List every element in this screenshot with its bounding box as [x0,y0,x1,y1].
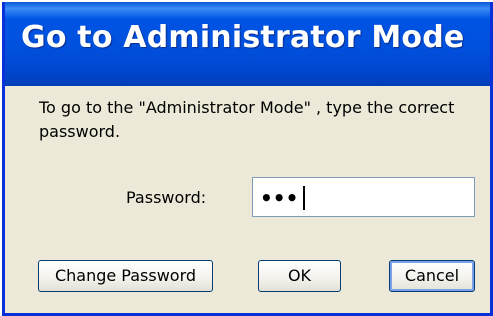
change-password-button[interactable]: Change Password [38,260,213,292]
dialog-title: Go to Administrator Mode [21,20,465,55]
title-bar[interactable]: Go to Administrator Mode [5,2,490,86]
cancel-button[interactable]: Cancel [389,260,475,292]
password-label: Password: [126,188,207,207]
password-mask: ••• [260,186,299,210]
ok-button[interactable]: OK [258,260,341,292]
admin-mode-dialog: Go to Administrator Mode To go to the "A… [2,2,493,316]
password-field[interactable]: ••• [252,177,475,217]
instruction-message: To go to the "Administrator Mode" , type… [39,98,455,141]
text-caret [303,186,305,210]
